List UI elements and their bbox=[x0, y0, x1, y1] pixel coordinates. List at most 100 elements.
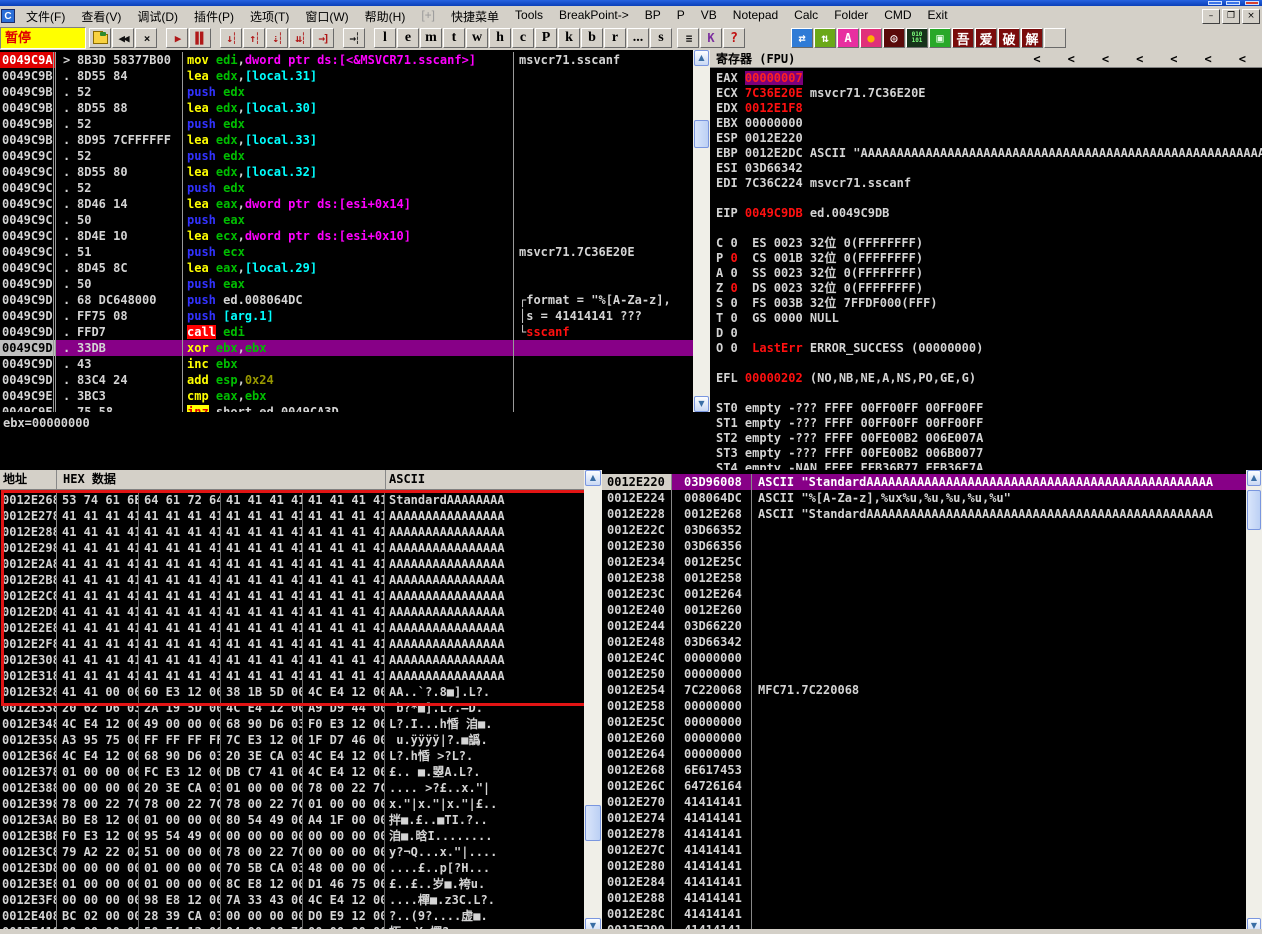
plugin-swap-icon[interactable]: ⇄ bbox=[791, 28, 813, 48]
register-line[interactable]: EFL 00000202 (NO,NB,NE,A,NS,PO,GE,G) bbox=[716, 371, 1262, 386]
plugin-binary-icon[interactable]: 010101 bbox=[906, 28, 928, 48]
help-button[interactable]: ? bbox=[723, 28, 745, 48]
register-line[interactable] bbox=[716, 356, 1262, 371]
menu-p[interactable]: P bbox=[669, 7, 693, 26]
dump-row[interactable]: 0012E37801 00 00 00FC E3 12 00DB C7 41 0… bbox=[0, 764, 584, 780]
view-source-button[interactable]: s bbox=[650, 28, 672, 48]
blank-button[interactable] bbox=[1044, 28, 1066, 48]
stack-row[interactable]: 0012E23C0012E264 bbox=[602, 586, 1246, 602]
register-line[interactable] bbox=[716, 191, 1262, 206]
window-maximize-fragment[interactable] bbox=[1226, 1, 1240, 5]
dump-row[interactable]: 0012E39878 00 22 7C78 00 22 7C78 00 22 7… bbox=[0, 796, 584, 812]
register-line[interactable]: EAX 00000007 bbox=[716, 71, 1262, 86]
stack-row[interactable]: 0012E22003D96008ASCII "StandardAAAAAAAAA… bbox=[602, 474, 1246, 490]
stack-row[interactable]: 0012E2340012E25C bbox=[602, 554, 1246, 570]
stack-row[interactable]: 0012E22C03D66352 bbox=[602, 522, 1246, 538]
register-line[interactable]: EBX 00000000 bbox=[716, 116, 1262, 131]
plugin-a-icon[interactable]: A bbox=[837, 28, 859, 48]
dump-row[interactable]: 0012E408BC 02 00 0028 39 CA 0300 00 00 0… bbox=[0, 908, 584, 924]
stack-row[interactable]: 0012E25800000000 bbox=[602, 698, 1246, 714]
52pojie-wu-button[interactable]: 吾 bbox=[952, 28, 974, 48]
menu-quick[interactable]: 快捷菜单 bbox=[443, 7, 507, 26]
register-line[interactable]: EBP 0012E2DC ASCII "AAAAAAAAAAAAAAAAAAAA… bbox=[716, 146, 1262, 161]
scroll-up-icon[interactable]: ▲ bbox=[1247, 470, 1261, 486]
menu-options[interactable]: 选项(T) bbox=[242, 7, 297, 26]
stack-row[interactable]: 0012E2380012E258 bbox=[602, 570, 1246, 586]
disassembly-pane[interactable]: 0049C9AC>8B3D 58377B00mov edi,dword ptr … bbox=[0, 50, 710, 412]
disasm-row[interactable]: 0049C9C4.52push edx bbox=[0, 180, 693, 196]
scroll-down-icon[interactable]: ▼ bbox=[694, 396, 709, 412]
stack-row[interactable]: 0012E26C64726164 bbox=[602, 778, 1246, 794]
disasm-row[interactable]: 0049C9DD.43inc ebx bbox=[0, 356, 693, 372]
stack-row[interactable]: 0012E28841414141 bbox=[602, 890, 1246, 906]
dump-row[interactable]: 0012E38800 00 00 0020 3E CA 0301 00 00 0… bbox=[0, 780, 584, 796]
disasm-row[interactable]: 0049C9AC>8B3D 58377B00mov edi,dword ptr … bbox=[0, 52, 693, 68]
disasm-row[interactable]: 0049C9D0.50push eax bbox=[0, 276, 693, 292]
dump-row[interactable]: 0012E3D800 00 00 0001 00 00 0070 5B CA 0… bbox=[0, 860, 584, 876]
stack-row[interactable]: 0012E25C00000000 bbox=[602, 714, 1246, 730]
register-line[interactable] bbox=[716, 386, 1262, 401]
register-line[interactable]: EDI 7C36C224 msvcr71.sscanf bbox=[716, 176, 1262, 191]
step-over-button[interactable]: ↑┆ bbox=[243, 28, 265, 48]
register-line[interactable]: ST2 empty -??? FFFF 00FE00B2 006E007A bbox=[716, 431, 1262, 446]
register-line[interactable]: O 0 LastErr ERROR_SUCCESS (00000000) bbox=[716, 341, 1262, 356]
stack-row[interactable]: 0012E27841414141 bbox=[602, 826, 1246, 842]
dump-row[interactable]: 0012E2B841 41 41 4141 41 41 4141 41 41 4… bbox=[0, 572, 584, 588]
menu-breakpoint[interactable]: BreakPoint-> bbox=[551, 7, 637, 26]
mdi-minimize-button[interactable]: – bbox=[1202, 9, 1220, 24]
view-cpu-button[interactable]: c bbox=[512, 28, 534, 48]
register-line[interactable]: ESI 03D66342 bbox=[716, 161, 1262, 176]
menu-file[interactable]: 文件(F) bbox=[18, 7, 73, 26]
register-line[interactable]: EDX 0012E1F8 bbox=[716, 101, 1262, 116]
disasm-row[interactable]: 0049C9DB.33DBxor ebx,ebx bbox=[0, 340, 693, 356]
view-patches-button[interactable]: P bbox=[535, 28, 557, 48]
dump-row[interactable]: 0012E3484C E4 12 0049 00 00 0068 90 D6 0… bbox=[0, 716, 584, 732]
dump-row[interactable]: 0012E2E841 41 41 4141 41 41 4141 41 41 4… bbox=[0, 620, 584, 636]
disasm-row[interactable]: 0049C9CC.51push ecxmsvcr71.7C36E20E bbox=[0, 244, 693, 260]
disasm-row[interactable]: 0049C9B6.8D55 88lea edx,[local.30] bbox=[0, 100, 693, 116]
view-callstack-button[interactable]: k bbox=[558, 28, 580, 48]
menu-calc[interactable]: Calc bbox=[786, 7, 826, 26]
dump-row[interactable]: 0012E3684C E4 12 0068 90 D6 0320 3E CA 0… bbox=[0, 748, 584, 764]
dump-row[interactable]: 0012E28841 41 41 4141 41 41 4141 41 41 4… bbox=[0, 524, 584, 540]
menu-exit[interactable]: Exit bbox=[920, 7, 956, 26]
close-button[interactable]: × bbox=[135, 28, 157, 48]
registers-pane[interactable]: 寄存器 (FPU) <<<<<<< EAX 00000007ECX 7C36E2… bbox=[710, 50, 1262, 470]
stack-row[interactable]: 0012E24C00000000 bbox=[602, 650, 1246, 666]
dump-row[interactable]: 0012E2D841 41 41 4141 41 41 4141 41 41 4… bbox=[0, 604, 584, 620]
menu-plus[interactable]: [+] bbox=[413, 7, 443, 26]
register-line[interactable]: ST0 empty -??? FFFF 00FF00FF 00FF00FF bbox=[716, 401, 1262, 416]
plugin-dot-icon[interactable]: ● bbox=[860, 28, 882, 48]
stack-row[interactable]: 0012E24803D66342 bbox=[602, 634, 1246, 650]
disasm-row[interactable]: 0049C9B5.52push edx bbox=[0, 84, 693, 100]
stack-row[interactable]: 0012E28C41414141 bbox=[602, 906, 1246, 922]
view-executables-button[interactable]: e bbox=[397, 28, 419, 48]
disasm-row[interactable]: 0049C9C9.8D4E 10lea ecx,dword ptr ds:[es… bbox=[0, 228, 693, 244]
stack-row[interactable]: 0012E224008064DCASCII "%[A-Za-z],%ux%u,%… bbox=[602, 490, 1246, 506]
dump-row[interactable]: 0012E30841 41 41 4141 41 41 4141 41 41 4… bbox=[0, 652, 584, 668]
disasm-row[interactable]: 0049C9C0.52push edx bbox=[0, 148, 693, 164]
restart-button[interactable]: ◀◀ bbox=[112, 28, 134, 48]
menu-cmd[interactable]: CMD bbox=[876, 7, 919, 26]
window-minimize-fragment[interactable] bbox=[1208, 1, 1222, 5]
register-line[interactable]: ECX 7C36E20E msvcr71.7C36E20E bbox=[716, 86, 1262, 101]
disasm-row[interactable]: 0049C9D1.68 DC648000push ed.008064DC┌for… bbox=[0, 292, 693, 308]
view-references-button[interactable]: r bbox=[604, 28, 626, 48]
disasm-row[interactable]: 0049C9CD.8D45 8Clea eax,[local.29] bbox=[0, 260, 693, 276]
stack-scrollbar[interactable]: ▲▼ bbox=[1246, 470, 1262, 934]
stack-row[interactable]: 0012E2547C220068MFC71.7C220068 bbox=[602, 682, 1246, 698]
stack-row[interactable]: 0012E28441414141 bbox=[602, 874, 1246, 890]
stack-row[interactable]: 0012E2400012E260 bbox=[602, 602, 1246, 618]
register-line[interactable] bbox=[716, 221, 1262, 236]
register-line[interactable]: ST3 empty -??? FFFF 00FE00B2 006B0077 bbox=[716, 446, 1262, 461]
mdi-restore-button[interactable]: ❐ bbox=[1222, 9, 1240, 24]
52pojie-jie-button[interactable]: 解 bbox=[1021, 28, 1043, 48]
disasm-row[interactable]: 0049C9D9.FFD7call edi└sscanf bbox=[0, 324, 693, 340]
collapse-arrow-icon[interactable]: < bbox=[1239, 52, 1246, 66]
step-into-button[interactable]: ↓┆ bbox=[220, 28, 242, 48]
register-line[interactable]: T 0 GS 0000 NULL bbox=[716, 311, 1262, 326]
register-line[interactable]: P 0 CS 001B 32位 0(FFFFFFFF) bbox=[716, 251, 1262, 266]
menu-folder[interactable]: Folder bbox=[826, 7, 876, 26]
stack-row[interactable]: 0012E26400000000 bbox=[602, 746, 1246, 762]
scroll-up-icon[interactable]: ▲ bbox=[694, 50, 709, 66]
